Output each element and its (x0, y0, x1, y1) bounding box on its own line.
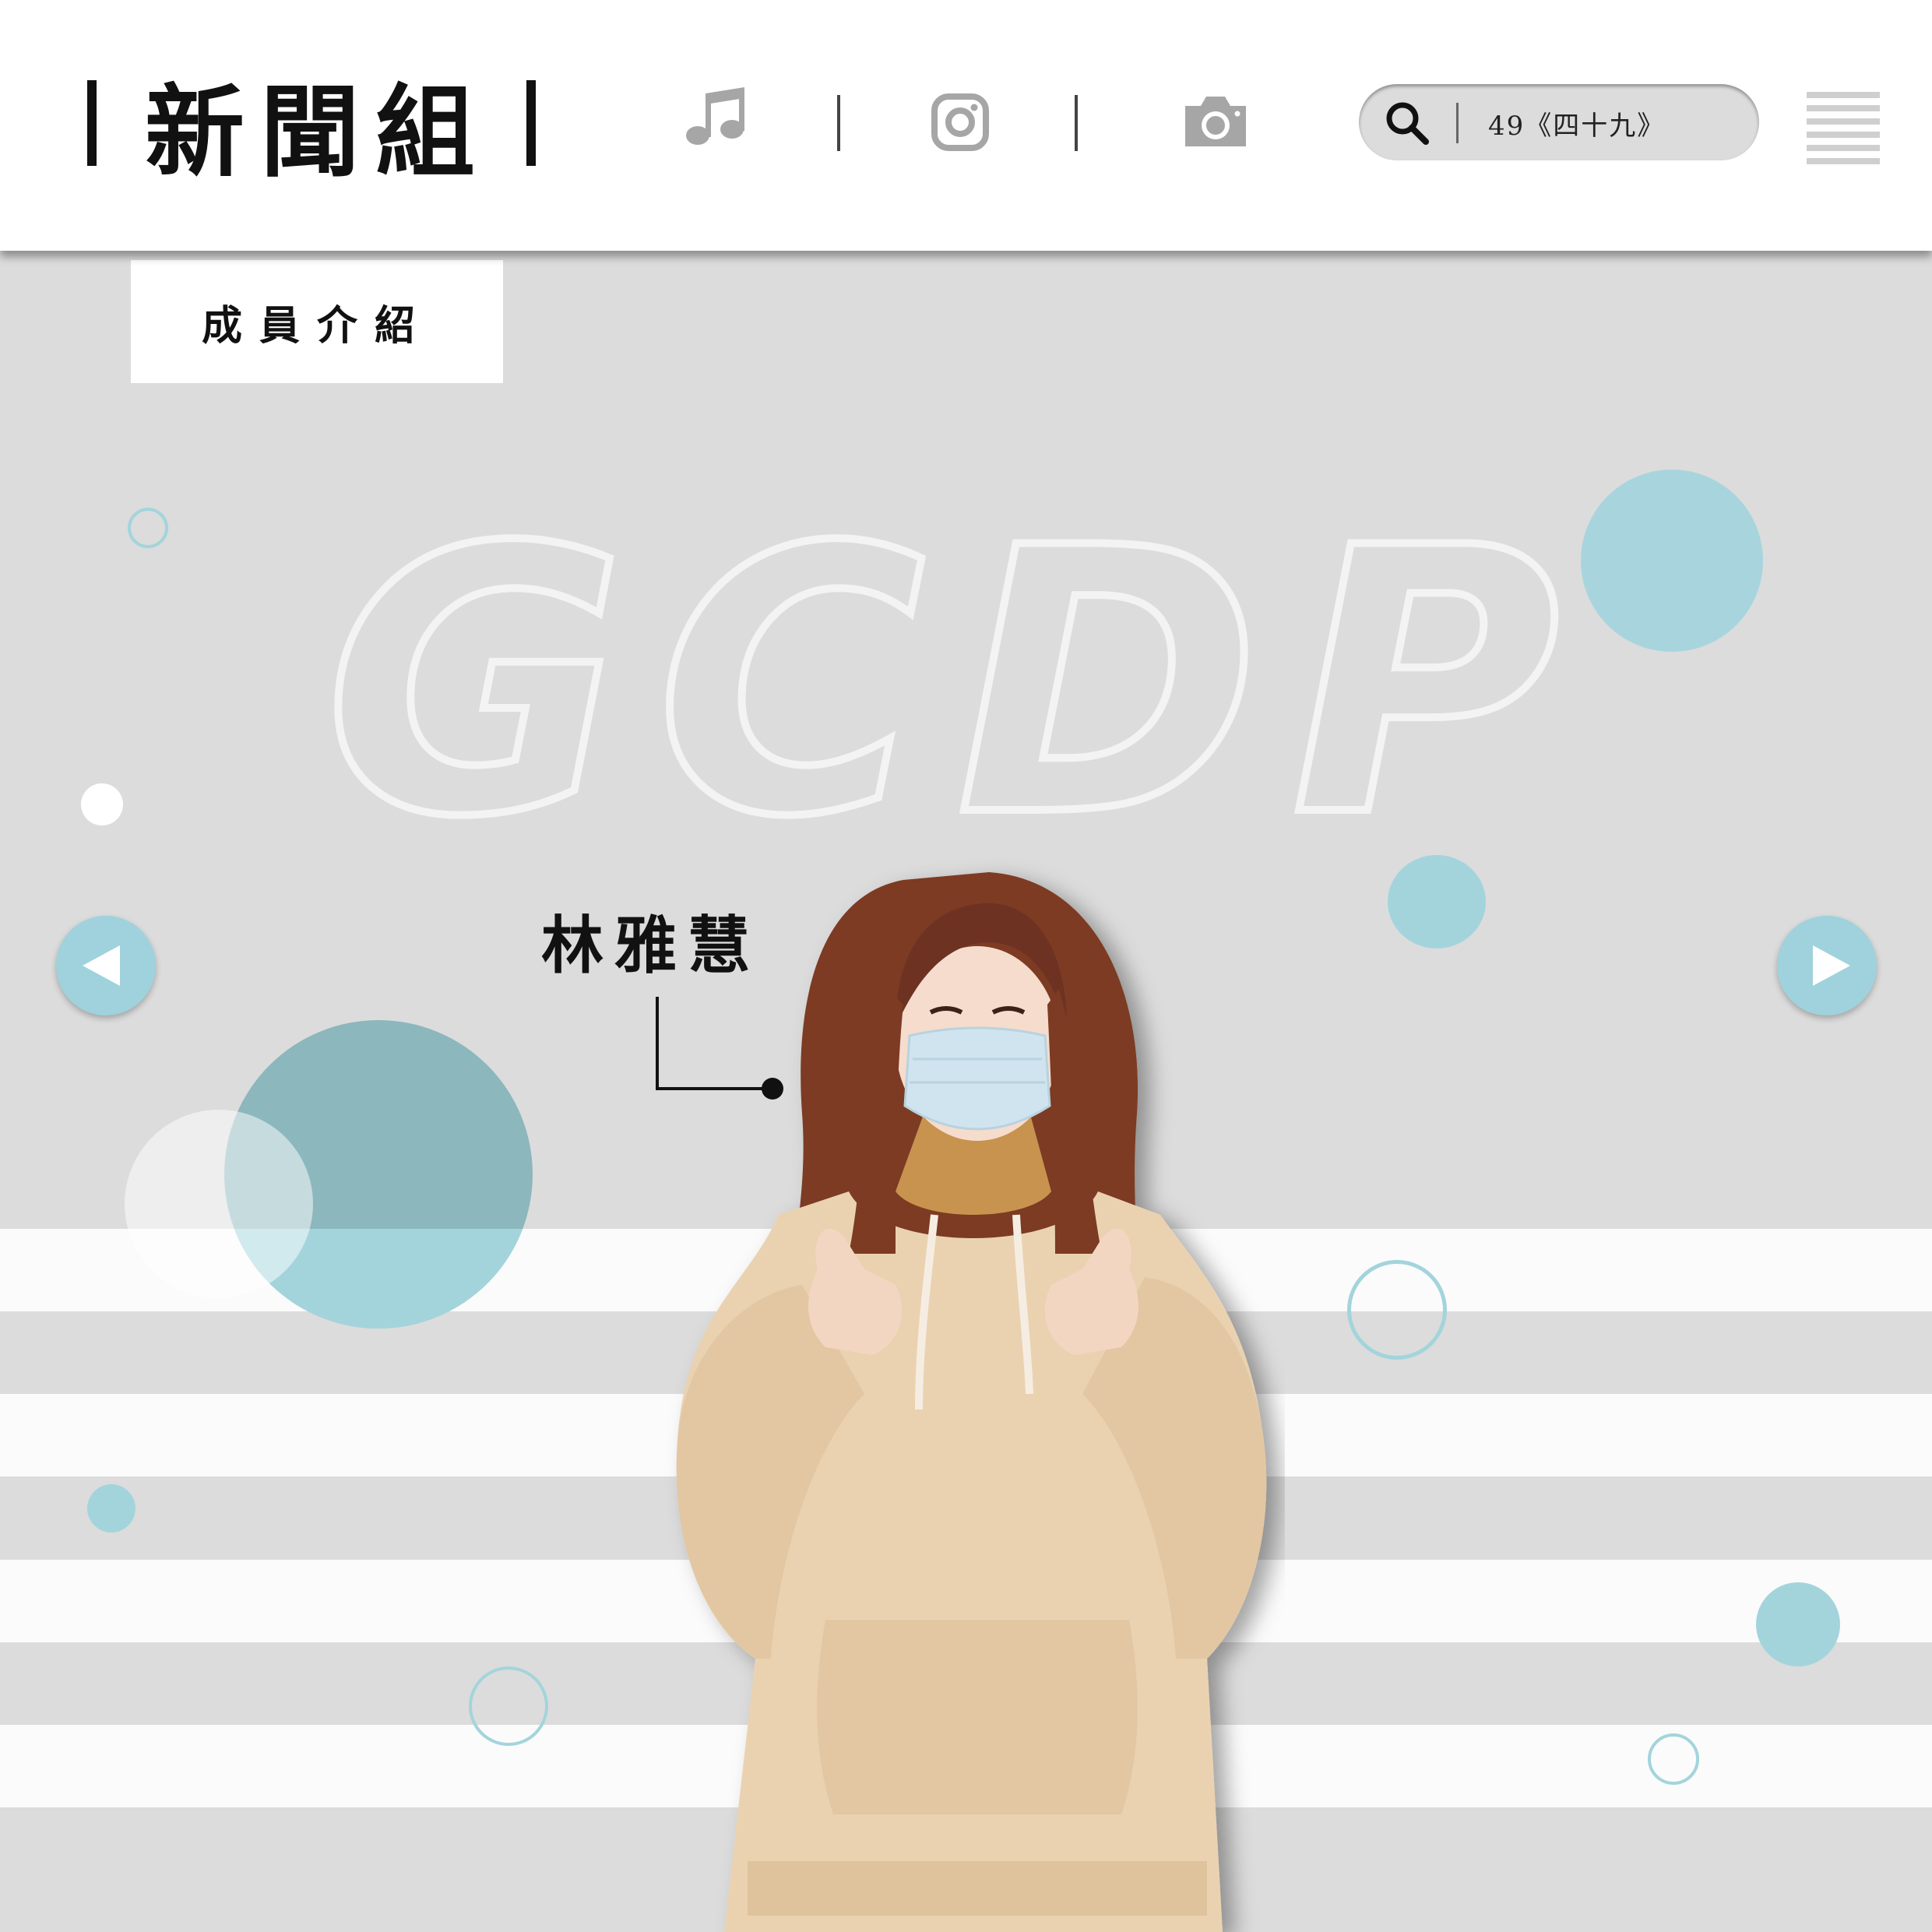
top-bar: 新聞組 49《四十九》 (0, 0, 1932, 251)
deco-ring (1648, 1733, 1699, 1785)
deco-circle (1756, 1582, 1840, 1666)
deco-circle (1388, 855, 1486, 948)
brand-logo[interactable]: 新聞組 (87, 69, 537, 191)
search-box[interactable]: 49《四十九》 (1359, 84, 1759, 160)
deco-circle (125, 1110, 313, 1298)
hamburger-menu-icon[interactable] (1807, 92, 1880, 171)
divider (837, 95, 840, 151)
deco-ring (469, 1666, 548, 1746)
instagram-icon[interactable] (931, 93, 989, 154)
search-icon[interactable] (1384, 100, 1431, 146)
deco-ring (128, 508, 168, 548)
brand-title: 新聞組 (145, 73, 491, 191)
section-tag: 成員介紹 (131, 260, 503, 383)
deco-circle (81, 783, 123, 825)
svg-text:GCDP: GCDP (325, 470, 1590, 896)
name-callout-line (656, 997, 783, 1100)
deco-ring (1347, 1260, 1447, 1360)
deco-circle (87, 1484, 135, 1533)
triangle-right-icon (1813, 945, 1850, 986)
next-arrow-button[interactable] (1777, 916, 1877, 1015)
deco-circle (1581, 470, 1763, 652)
prev-arrow-button[interactable] (56, 916, 156, 1015)
section-tag-label: 成員介紹 (201, 301, 432, 350)
member-name: 林雅慧 (541, 909, 761, 982)
brand-bar (526, 80, 537, 166)
search-input[interactable]: 49《四十九》 (1488, 104, 1665, 143)
camera-icon[interactable] (1182, 93, 1249, 153)
search-divider (1456, 103, 1459, 143)
music-note-icon[interactable] (684, 86, 746, 151)
triangle-left-icon (83, 945, 120, 986)
divider (1075, 95, 1078, 151)
brand-bar (87, 80, 97, 166)
